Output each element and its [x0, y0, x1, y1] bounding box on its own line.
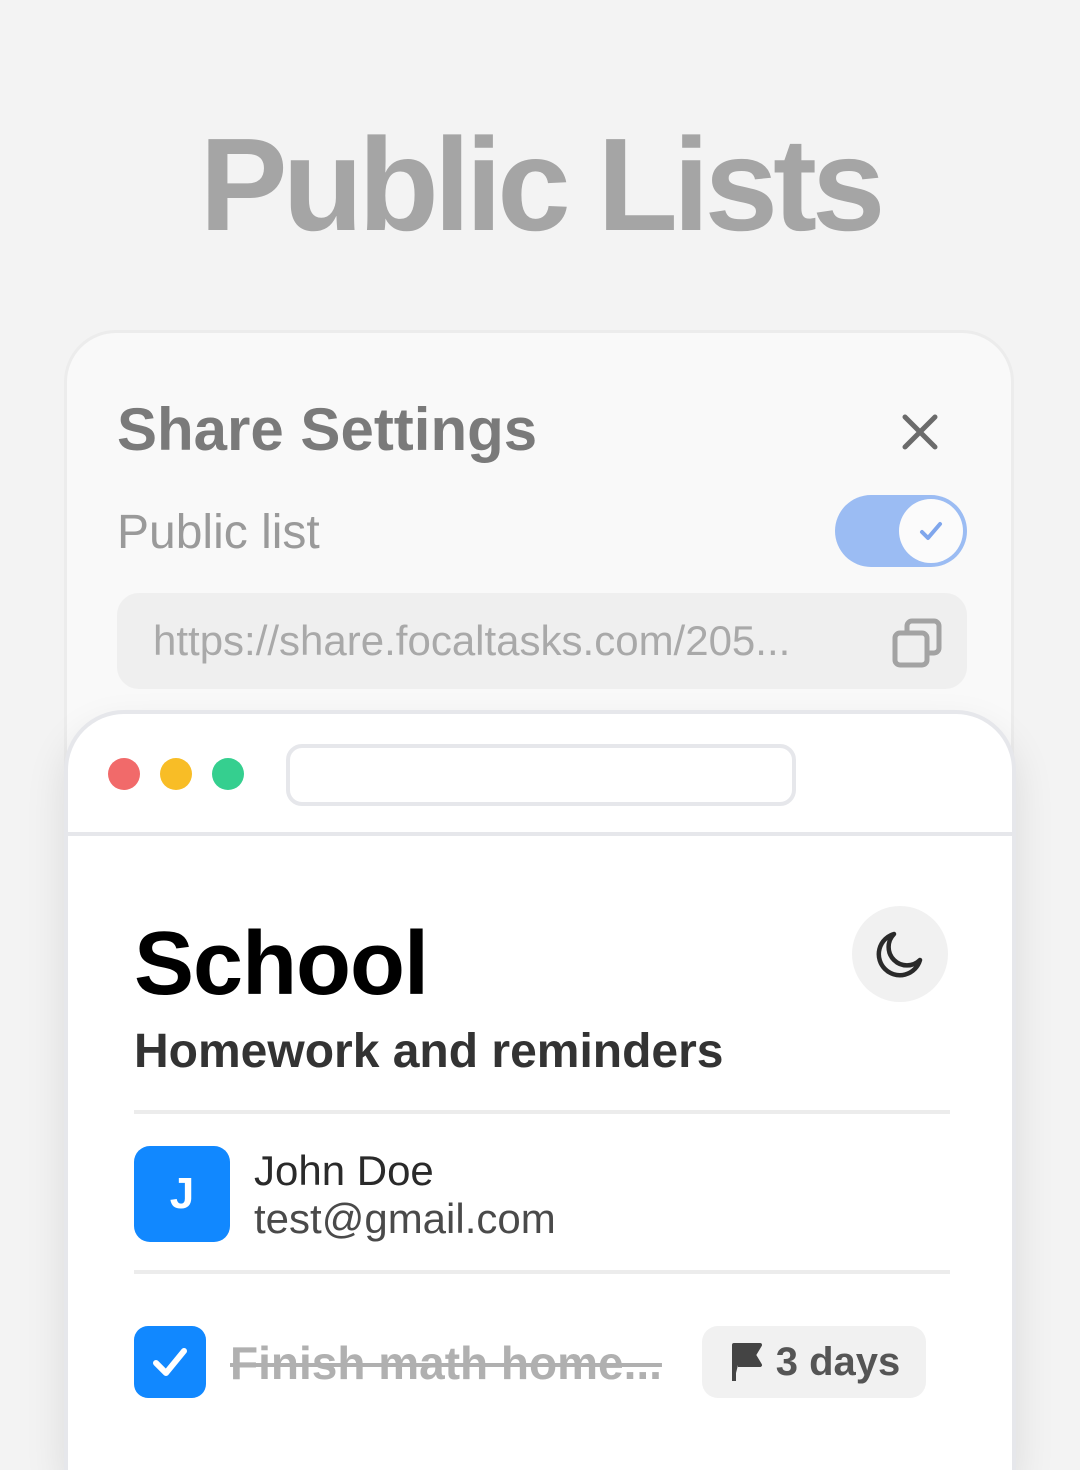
close-icon	[902, 414, 938, 450]
copy-icon	[892, 618, 942, 668]
theme-toggle-button[interactable]	[852, 906, 948, 1002]
due-date-badge: 3 days	[702, 1326, 926, 1398]
share-url-field[interactable]: https://share.focaltasks.com/205...	[117, 593, 967, 689]
owner-email: test@gmail.com	[254, 1195, 556, 1242]
public-list-label: Public list	[117, 506, 320, 559]
list-subtitle: Homework and reminders	[134, 1025, 724, 1078]
browser-window: School Homework and reminders J John Doe…	[64, 710, 1016, 1470]
share-settings-title: Share Settings	[117, 396, 538, 463]
checkmark-icon	[153, 1348, 187, 1376]
toggle-knob	[899, 499, 963, 563]
window-minimize-dot[interactable]	[160, 758, 192, 790]
address-bar[interactable]	[286, 744, 796, 806]
share-url-text[interactable]: https://share.focaltasks.com/205...	[153, 613, 790, 669]
task-title[interactable]: Finish math home...	[230, 1334, 680, 1392]
avatar: J	[134, 1146, 230, 1242]
check-icon	[920, 522, 942, 540]
public-list-toggle[interactable]	[835, 495, 967, 567]
task-checkbox[interactable]	[134, 1326, 206, 1398]
list-title: School	[134, 914, 429, 1014]
due-label: 3 days	[775, 1340, 901, 1384]
divider	[134, 1270, 950, 1274]
close-button[interactable]	[885, 397, 955, 467]
browser-toolbar	[68, 714, 1012, 836]
window-maximize-dot[interactable]	[212, 758, 244, 790]
hero-title: Public Lists	[199, 111, 886, 258]
divider	[134, 1110, 950, 1114]
window-close-dot[interactable]	[108, 758, 140, 790]
copy-link-button[interactable]	[885, 611, 949, 675]
owner-name: John Doe	[254, 1147, 434, 1194]
flag-icon	[731, 1343, 762, 1381]
moon-icon	[876, 931, 923, 978]
